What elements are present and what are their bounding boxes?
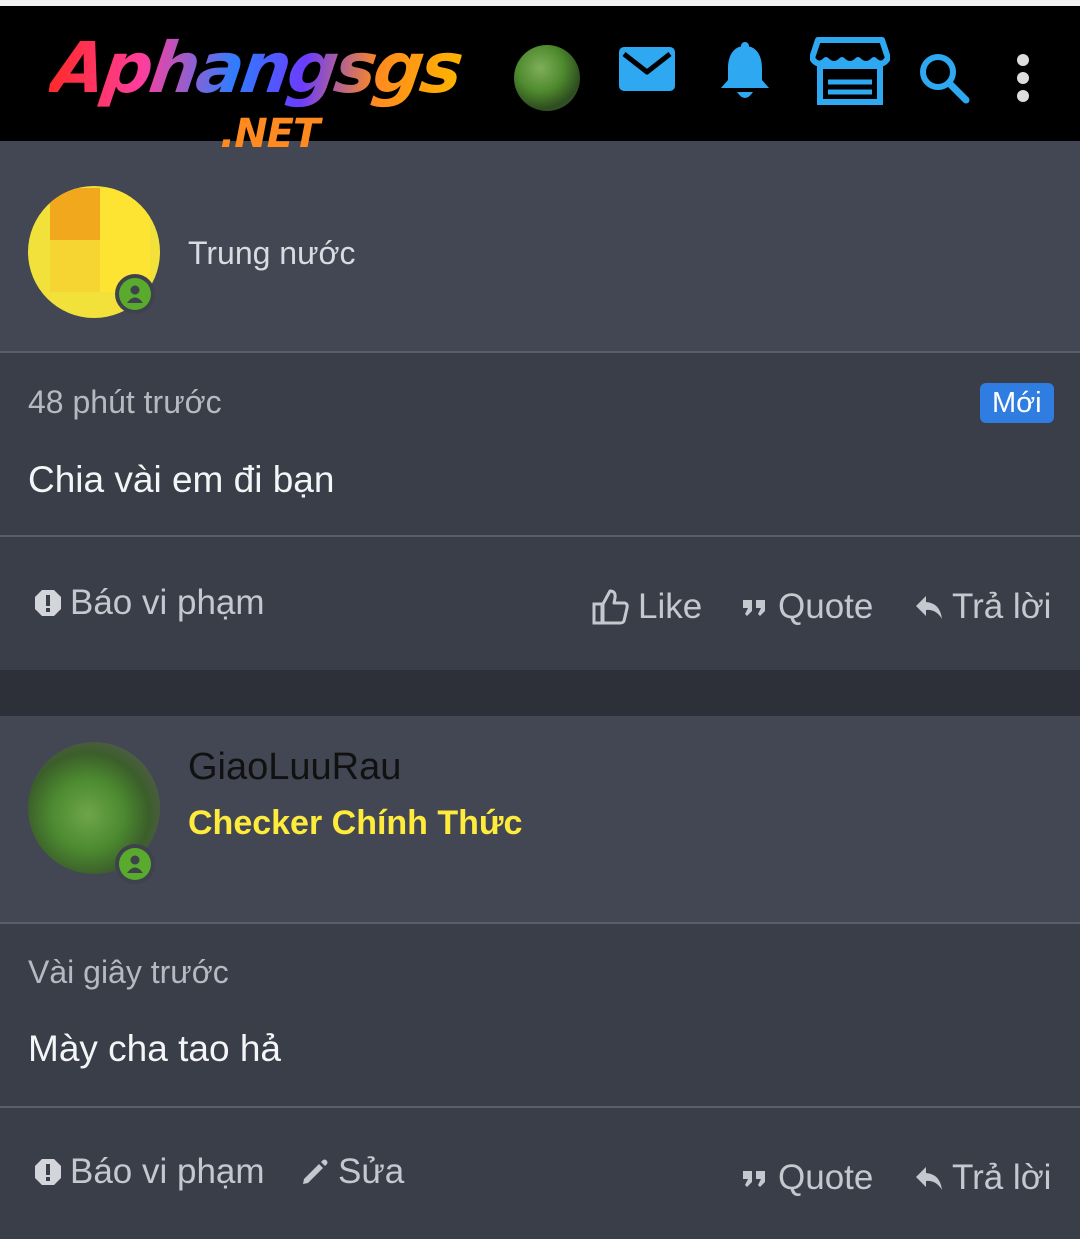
reply-button[interactable]: Trả lời [914,587,1051,627]
like-label: Like [638,587,703,626]
more-vertical-icon[interactable] [1015,54,1031,102]
report-label: Báo vi phạm [70,583,265,622]
user-title: Trung nước [188,235,356,271]
post-username[interactable]: GiaoLuuRau [188,746,401,789]
online-status-icon [115,274,155,314]
post-time[interactable]: 48 phút trước [28,384,222,421]
like-button[interactable]: Like [592,587,702,627]
new-badge: Mới [980,383,1054,423]
bell-icon[interactable] [718,42,772,102]
divider [0,535,1080,537]
logo-domain: .NET [220,111,320,157]
quote-icon [743,1171,765,1187]
post-header [0,716,1080,922]
quote-label: Quote [778,1158,874,1197]
site-logo[interactable]: Aphangsgs .NET [46,27,472,168]
quote-icon [743,600,765,616]
post-time[interactable]: Vài giây trước [28,954,229,991]
online-status-icon [115,844,155,884]
post-message: Chia vài em đi bạn [28,459,335,500]
divider [0,351,1080,353]
post-message: Mày cha tao hả [28,1028,281,1069]
edit-label: Sửa [338,1152,405,1191]
post-card: GiaoLuuRau Checker Chính Thức Vài giây t… [0,716,1080,1239]
report-button[interactable]: Báo vi phạm [34,583,265,623]
edit-button[interactable]: Sửa [300,1152,404,1192]
reply-label: Trả lời [952,587,1052,626]
report-button[interactable]: Báo vi phạm [34,1152,265,1192]
divider [0,1106,1080,1108]
store-icon[interactable] [810,36,890,106]
report-icon [35,590,61,616]
reply-label: Trả lời [952,1158,1052,1197]
user-avatar[interactable] [514,45,580,111]
thumbs-up-icon [592,589,629,625]
reply-button[interactable]: Trả lời [914,1158,1051,1198]
post-card: Trung nước 48 phút trước Mới Chia vài em… [0,141,1080,670]
report-label: Báo vi phạm [70,1152,265,1191]
divider [0,922,1080,924]
search-icon[interactable] [918,52,970,104]
quote-button[interactable]: Quote [740,1158,873,1198]
quote-label: Quote [778,587,874,626]
pencil-icon [303,1159,328,1184]
post-separator [0,670,1080,716]
post-header [0,141,1080,351]
mail-icon[interactable] [618,46,676,92]
reply-icon [916,596,942,619]
reply-icon [916,1167,942,1190]
user-rank: Checker Chính Thức [188,804,523,842]
quote-button[interactable]: Quote [740,587,873,627]
report-icon [35,1159,61,1185]
logo-wordmark: Aphangsgs [46,27,466,109]
